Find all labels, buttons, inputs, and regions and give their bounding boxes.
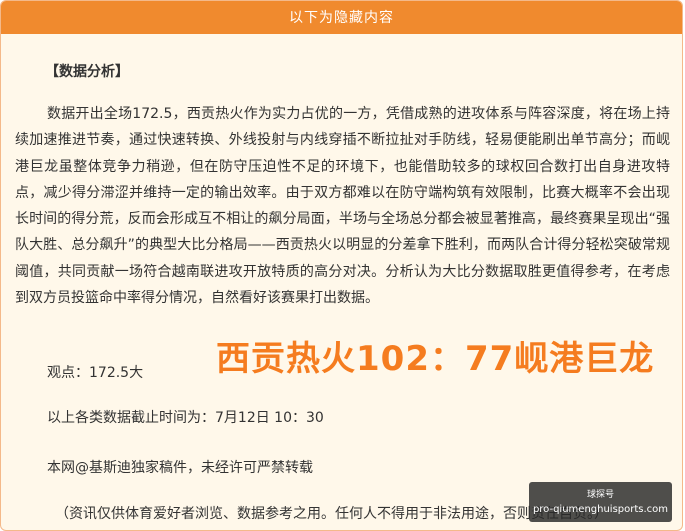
deadline-line: 以上各类数据截止时间为：7月12日 10：30 (47, 410, 324, 426)
copyright-line: 本网@基斯迪独家稿件，未经许可严禁转载 (47, 460, 313, 476)
watermark: 球探号 pro-qiumenghuisports.com (529, 482, 672, 522)
watermark-url: pro-qiumenghuisports.com (532, 504, 669, 515)
watermark-title: 球探号 (586, 490, 614, 500)
view-line: 观点：172.5大 (47, 365, 144, 381)
panel-header: 以下为隐藏内容 (1, 1, 682, 34)
analysis-paragraph: 数据开出全场172.5，西贡热火作为实力占优的一方，凭借成熟的进攻体系与阵容深度… (15, 106, 670, 307)
disclaimer-line: （资讯仅供体育爱好者浏览、数据参考之用。任何人不得用于非法用途，否则责任自负。） (55, 506, 608, 522)
score-overlay: 西贡热火102：77岘港巨龙 (216, 339, 655, 379)
hidden-content-panel: 以下为隐藏内容 【数据分析】 数据开出全场172.5，西贡热火作为实力占优的一方… (0, 0, 683, 531)
section-title: 【数据分析】 (45, 64, 129, 80)
